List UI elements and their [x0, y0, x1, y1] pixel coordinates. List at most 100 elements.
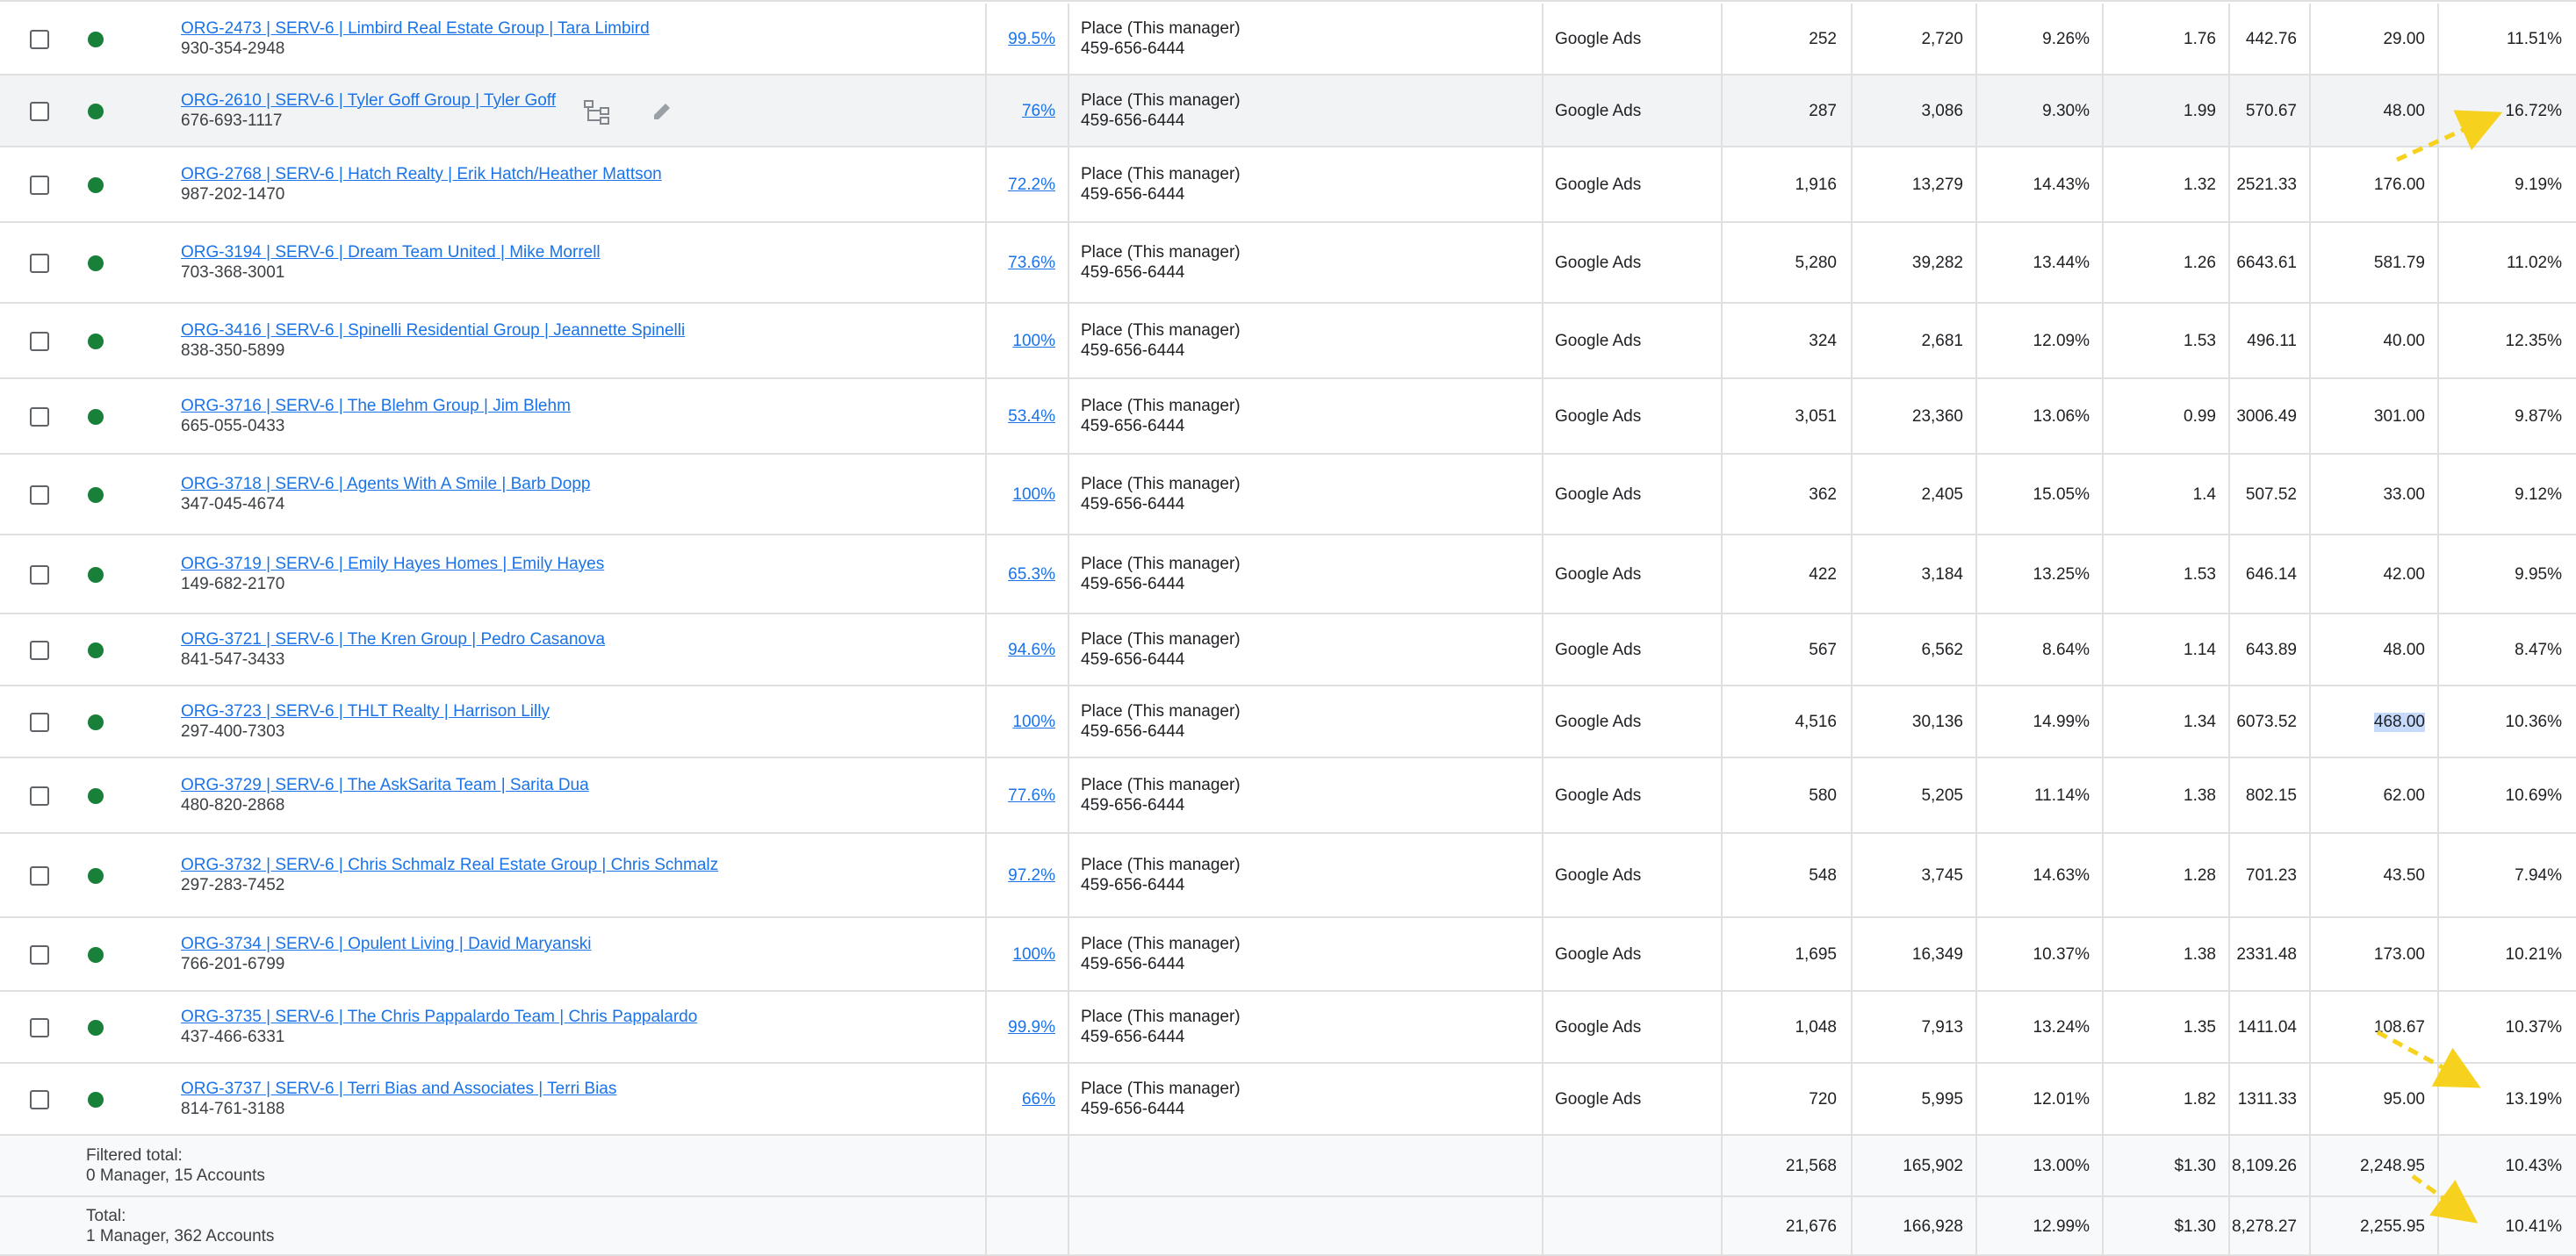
metric-c1: 4,516 — [1795, 713, 1837, 731]
account-cell: ORG-3735 | SERV-6 | The Chris Pappalardo… — [181, 1007, 697, 1047]
column-divider — [2309, 1064, 2311, 1136]
table-row[interactable]: ORG-3735 | SERV-6 | The Chris Pappalardo… — [0, 992, 2576, 1064]
optimization-score-link[interactable]: 53.4% — [1008, 407, 1055, 427]
status-enabled-icon — [88, 487, 104, 503]
table-row[interactable]: ORG-3729 | SERV-6 | The AskSarita Team |… — [0, 758, 2576, 834]
metric-c1: 5,280 — [1795, 254, 1837, 272]
row-checkbox[interactable] — [30, 945, 49, 965]
optimization-score-link[interactable]: 100% — [1012, 485, 1055, 505]
row-checkbox[interactable] — [30, 485, 49, 505]
pencil-edit-icon[interactable] — [646, 96, 678, 127]
account-name-link[interactable]: ORG-3737 | SERV-6 | Terri Bias and Assoc… — [181, 1079, 616, 1099]
optimization-score-link[interactable]: 76% — [1022, 102, 1055, 121]
account-name-link[interactable]: ORG-3721 | SERV-6 | The Kren Group | Ped… — [181, 629, 605, 650]
metric-c7: 8.47% — [2515, 641, 2562, 659]
column-divider — [1721, 918, 1723, 992]
table-row[interactable]: ORG-3723 | SERV-6 | THLT Realty | Harris… — [0, 686, 2576, 758]
row-checkbox[interactable] — [30, 30, 49, 49]
optimization-score-link[interactable]: 100% — [1012, 332, 1055, 351]
manager-cell: Place (This manager) 459-656-6444 — [1081, 1007, 1241, 1047]
optimization-score-link[interactable]: 100% — [1012, 713, 1055, 732]
optimization-score-link[interactable]: 77.6% — [1008, 786, 1055, 806]
row-checkbox[interactable] — [30, 641, 49, 660]
column-divider — [1542, 686, 1543, 758]
channel-label: Google Ads — [1555, 102, 1642, 120]
account-name-link[interactable]: ORG-3416 | SERV-6 | Spinelli Residential… — [181, 320, 685, 341]
column-divider — [2228, 75, 2230, 147]
metric-c1: 1,048 — [1795, 1018, 1837, 1037]
row-checkbox[interactable] — [30, 332, 49, 351]
manager-phone: 459-656-6444 — [1081, 722, 1185, 741]
column-divider — [1542, 1064, 1543, 1136]
table-row[interactable]: ORG-3734 | SERV-6 | Opulent Living | Dav… — [0, 918, 2576, 992]
table-row[interactable]: ORG-3719 | SERV-6 | Emily Hayes Homes | … — [0, 535, 2576, 614]
account-name-link[interactable]: ORG-3734 | SERV-6 | Opulent Living | Dav… — [181, 934, 592, 954]
row-checkbox[interactable] — [30, 1090, 49, 1109]
account-name-link[interactable]: ORG-3723 | SERV-6 | THLT Realty | Harris… — [181, 701, 550, 721]
metric-c1: 1,916 — [1795, 176, 1837, 194]
metric-c6: 176.00 — [2373, 176, 2425, 194]
manager-phone: 459-656-6444 — [1081, 796, 1185, 815]
column-divider — [1975, 918, 1977, 992]
optimization-score-link[interactable]: 65.3% — [1008, 565, 1055, 585]
table-row[interactable]: ORG-3716 | SERV-6 | The Blehm Group | Ji… — [0, 379, 2576, 455]
account-phone: 766-201-6799 — [181, 955, 285, 973]
account-name-link[interactable]: ORG-3718 | SERV-6 | Agents With A Smile … — [181, 474, 590, 494]
manager-cell: Place (This manager) 459-656-6444 — [1081, 164, 1241, 205]
account-name-link[interactable]: ORG-3194 | SERV-6 | Dream Team United | … — [181, 242, 601, 262]
account-name-link[interactable]: ORG-3732 | SERV-6 | Chris Schmalz Real E… — [181, 855, 718, 875]
optimization-score-link[interactable]: 72.2% — [1008, 176, 1055, 195]
account-name-link[interactable]: ORG-2610 | SERV-6 | Tyler Goff Group | T… — [181, 90, 556, 111]
metric-c4: 1.26 — [2184, 254, 2216, 272]
row-checkbox[interactable] — [30, 565, 49, 585]
account-cell: ORG-3719 | SERV-6 | Emily Hayes Homes | … — [181, 554, 604, 594]
column-divider — [2102, 992, 2104, 1064]
metric-c5: 2521.33 — [2236, 176, 2297, 194]
column-divider — [1068, 918, 1069, 992]
optimization-score-link[interactable]: 99.9% — [1008, 1018, 1055, 1037]
account-name-link[interactable]: ORG-2473 | SERV-6 | Limbird Real Estate … — [181, 18, 650, 39]
optimization-score-link[interactable]: 73.6% — [1008, 254, 1055, 273]
row-checkbox[interactable] — [30, 1018, 49, 1037]
account-structure-icon[interactable] — [581, 96, 613, 127]
optimization-score-link[interactable]: 99.5% — [1008, 30, 1055, 49]
column-divider — [1851, 379, 1853, 455]
account-name-link[interactable]: ORG-2768 | SERV-6 | Hatch Realty | Erik … — [181, 164, 662, 184]
column-divider — [2309, 535, 2311, 614]
account-name-link[interactable]: ORG-3735 | SERV-6 | The Chris Pappalardo… — [181, 1007, 697, 1027]
table-row[interactable]: ORG-2610 | SERV-6 | Tyler Goff Group | T… — [0, 75, 2576, 147]
table-row[interactable]: ORG-3416 | SERV-6 | Spinelli Residential… — [0, 304, 2576, 379]
column-divider — [2102, 147, 2104, 223]
account-phone: 838-350-5899 — [181, 341, 285, 360]
row-checkbox[interactable] — [30, 407, 49, 427]
account-name-link[interactable]: ORG-3719 | SERV-6 | Emily Hayes Homes | … — [181, 554, 604, 574]
optimization-score-link[interactable]: 94.6% — [1008, 641, 1055, 660]
manager-cell: Place (This manager) 459-656-6444 — [1081, 18, 1241, 59]
table-row[interactable]: ORG-3732 | SERV-6 | Chris Schmalz Real E… — [0, 834, 2576, 918]
account-name-link[interactable]: ORG-3716 | SERV-6 | The Blehm Group | Ji… — [181, 396, 571, 416]
row-checkbox[interactable] — [30, 102, 49, 121]
total-label: Total: 1 Manager, 362 Accounts — [86, 1206, 274, 1246]
column-divider — [2102, 918, 2104, 992]
metric-c4: 1.53 — [2184, 565, 2216, 584]
row-checkbox[interactable] — [30, 713, 49, 732]
row-checkbox[interactable] — [30, 786, 49, 806]
row-checkbox[interactable] — [30, 254, 49, 273]
table-row[interactable]: ORG-3721 | SERV-6 | The Kren Group | Ped… — [0, 614, 2576, 686]
optimization-score-link[interactable]: 100% — [1012, 945, 1055, 965]
account-name-link[interactable]: ORG-3729 | SERV-6 | The AskSarita Team |… — [181, 775, 589, 795]
row-checkbox[interactable] — [30, 866, 49, 886]
account-cell: ORG-3732 | SERV-6 | Chris Schmalz Real E… — [181, 855, 718, 895]
table-row[interactable]: ORG-2768 | SERV-6 | Hatch Realty | Erik … — [0, 147, 2576, 223]
table-row[interactable]: ORG-2473 | SERV-6 | Limbird Real Estate … — [0, 4, 2576, 75]
column-divider — [1542, 918, 1543, 992]
optimization-score-link[interactable]: 66% — [1022, 1090, 1055, 1109]
row-checkbox[interactable] — [30, 176, 49, 195]
table-row[interactable]: ORG-3737 | SERV-6 | Terri Bias and Assoc… — [0, 1064, 2576, 1136]
table-row[interactable]: ORG-3718 | SERV-6 | Agents With A Smile … — [0, 455, 2576, 535]
table-row[interactable]: ORG-3194 | SERV-6 | Dream Team United | … — [0, 223, 2576, 304]
optimization-score-link[interactable]: 97.2% — [1008, 866, 1055, 886]
column-divider — [2309, 1197, 2311, 1256]
total-label: Filtered total: 0 Manager, 15 Accounts — [86, 1145, 265, 1186]
column-divider — [1721, 455, 1723, 535]
